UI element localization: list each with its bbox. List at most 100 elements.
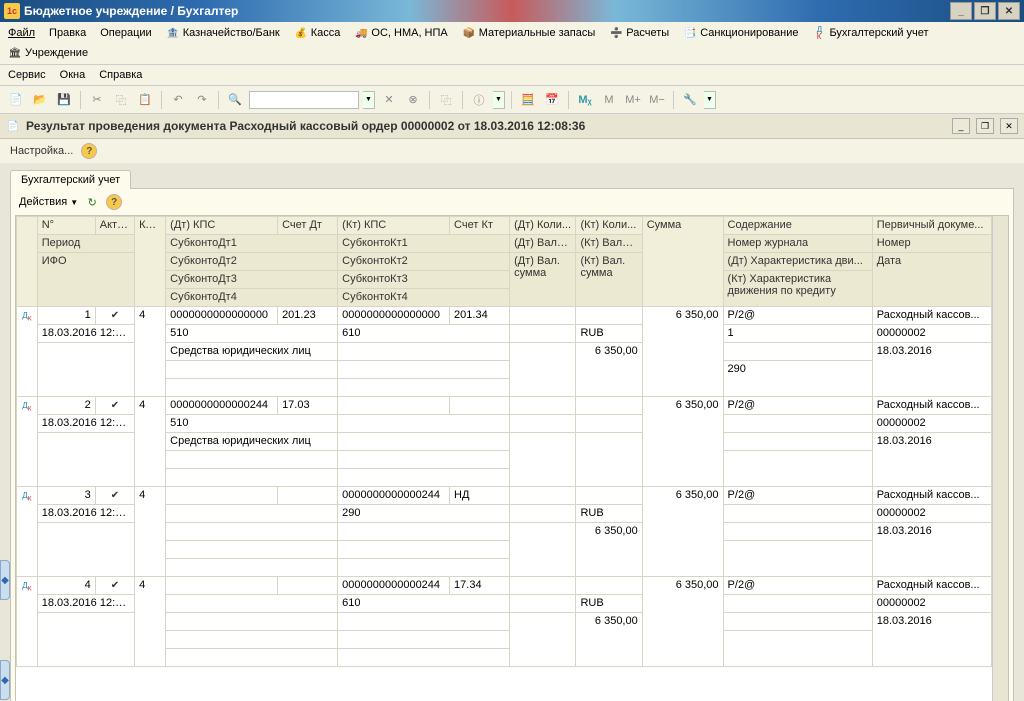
hdr-skt1[interactable]: СубконтоКт1 [338, 235, 510, 253]
table-row[interactable]: ДК3✔40000000000000244НД6 350,00Р/2@Расхо… [17, 487, 992, 505]
hdr-kt-char[interactable]: (Кт) Характеристика движения по кредиту [723, 271, 872, 307]
hdr-number[interactable]: Номер [872, 235, 991, 253]
refresh-button[interactable]: ↻ [84, 194, 100, 210]
copy-button[interactable]: ⿻ [111, 90, 131, 110]
check-icon: ✔ [111, 490, 119, 501]
undo-button[interactable]: ↶ [168, 90, 188, 110]
table-row[interactable]: ДК4✔4000000000000024417.346 350,00Р/2@Ра… [17, 577, 992, 595]
menu-windows[interactable]: Окна [58, 67, 88, 83]
left-dock-handle-1[interactable]: ◆ [0, 560, 10, 600]
help-icon[interactable]: ? [81, 143, 97, 159]
check-icon: ✔ [111, 310, 119, 321]
hdr-active[interactable]: Актив... [95, 217, 134, 235]
hdr-sdt3[interactable]: СубконтоДт3 [166, 271, 338, 289]
hdr-sdt2[interactable]: СубконтоДт2 [166, 253, 338, 271]
menu-treasury[interactable]: 🏦Казначейство/Банк [164, 24, 282, 42]
menu-calc[interactable]: ➗Расчеты [607, 24, 671, 42]
doc-restore-button[interactable]: ❐ [976, 118, 994, 134]
menu-assets[interactable]: 🚚ОС, НМА, НПА [352, 24, 449, 42]
data-grid: N° Актив... КФО (Дт) КПС Счет Дт (Кт) КП… [15, 215, 1009, 701]
hdr-dt-valsum[interactable]: (Дт) Вал. сумма [510, 253, 576, 307]
settings-button[interactable]: 🔧 [680, 90, 700, 110]
maximize-button[interactable]: ❐ [974, 2, 996, 20]
menu-org[interactable]: 🏛Учреждение [6, 44, 90, 62]
dtkt-icon: ДК [22, 311, 31, 320]
m-minus-button[interactable]: M− [647, 90, 667, 110]
menu-edit[interactable]: Правка [47, 24, 88, 42]
hdr-kt-kps[interactable]: (Кт) КПС [338, 217, 450, 235]
check-icon: ✔ [111, 400, 119, 411]
table-row[interactable]: ДК1✔40000000000000000201.230000000000000… [17, 307, 992, 325]
dtkt-icon: ДК [22, 491, 31, 500]
menu-accounting[interactable]: ДКБухгалтерский учет [810, 24, 930, 42]
menu-file[interactable]: Файл [6, 24, 37, 42]
doc-close-button[interactable]: ✕ [1000, 118, 1018, 134]
app-icon: 1c [4, 3, 20, 19]
actions-menu[interactable]: Действия ▼ [19, 196, 78, 208]
hdr-kt-val[interactable]: (Кт) Валю... [576, 235, 642, 253]
doc-icon: 📄 [6, 119, 20, 133]
hdr-prim[interactable]: Первичный докуме... [872, 217, 991, 235]
hdr-journal[interactable]: Номер журнала [723, 235, 872, 253]
hdr-dt-qty[interactable]: (Дт) Коли... [510, 217, 576, 235]
hdr-dt-val[interactable]: (Дт) Валю... [510, 235, 576, 253]
paste-button[interactable]: 📋 [135, 90, 155, 110]
m-button[interactable]: M [599, 90, 619, 110]
menu-cashier[interactable]: 💰Касса [292, 24, 343, 42]
hdr-acc-dt[interactable]: Счет Дт [278, 217, 338, 235]
hdr-ifo[interactable]: ИФО [37, 253, 134, 307]
search-input[interactable] [249, 91, 359, 109]
hdr-dt-char[interactable]: (Дт) Характеристика дви... [723, 253, 872, 271]
info-dropdown[interactable]: ▼ [493, 91, 505, 109]
tb-x2[interactable]: ⊗ [403, 90, 423, 110]
close-button[interactable]: ✕ [998, 2, 1020, 20]
hdr-sdt1[interactable]: СубконтоДт1 [166, 235, 338, 253]
minimize-button[interactable]: _ [950, 2, 972, 20]
calc-button[interactable]: 🧮 [518, 90, 538, 110]
panel-help-icon[interactable]: ? [106, 194, 122, 210]
settings-link[interactable]: Настройка... [10, 145, 73, 157]
grid-header: N° Актив... КФО (Дт) КПС Счет Дт (Кт) КП… [17, 217, 992, 307]
document-title: Результат проведения документа Расходный… [26, 119, 946, 133]
hdr-kt-qty[interactable]: (Кт) Коли... [576, 217, 642, 235]
calendar-button[interactable]: 📅 [542, 90, 562, 110]
hdr-kt-valsum[interactable]: (Кт) Вал. сумма [576, 253, 642, 307]
menu-help[interactable]: Справка [97, 67, 144, 83]
search-dropdown[interactable]: ▼ [363, 91, 375, 109]
m-plus-button[interactable]: M+ [623, 90, 643, 110]
table-row[interactable]: ДК2✔4000000000000024417.036 350,00Р/2@Ра… [17, 397, 992, 415]
hdr-dt-kps[interactable]: (Дт) КПС [166, 217, 278, 235]
m-clear-button[interactable]: Mᵪ [575, 90, 595, 110]
hdr-skt2[interactable]: СубконтоКт2 [338, 253, 510, 271]
doc-minimize-button[interactable]: _ [952, 118, 970, 134]
tab-accounting[interactable]: Бухгалтерский учет [10, 170, 131, 189]
open-button[interactable]: 📂 [30, 90, 50, 110]
hdr-period[interactable]: Период [37, 235, 134, 253]
hdr-date[interactable]: Дата [872, 253, 991, 307]
settings-dropdown[interactable]: ▼ [704, 91, 716, 109]
tb-x1[interactable]: ✕ [379, 90, 399, 110]
hdr-sdt4[interactable]: СубконтоДт4 [166, 289, 338, 307]
hdr-skt4[interactable]: СубконтоКт4 [338, 289, 510, 307]
menu-stock[interactable]: 📦Материальные запасы [460, 24, 598, 42]
vertical-scrollbar[interactable] [992, 216, 1008, 701]
hdr-marker[interactable] [17, 217, 38, 307]
new-button[interactable]: 📄 [6, 90, 26, 110]
tb-copy2[interactable]: ⿻ [436, 90, 456, 110]
hdr-skt3[interactable]: СубконтоКт3 [338, 271, 510, 289]
menu-sanction[interactable]: 📑Санкционирование [681, 24, 800, 42]
hdr-content[interactable]: Содержание [723, 217, 872, 235]
save-button[interactable]: 💾 [54, 90, 74, 110]
info-button[interactable]: ⓘ [469, 90, 489, 110]
hdr-acc-kt[interactable]: Счет Кт [450, 217, 510, 235]
menu-operations[interactable]: Операции [98, 24, 153, 42]
redo-button[interactable]: ↷ [192, 90, 212, 110]
org-icon: 🏛 [8, 46, 22, 60]
cut-button[interactable]: ✂ [87, 90, 107, 110]
menu-service[interactable]: Сервис [6, 67, 48, 83]
hdr-sum[interactable]: Сумма [642, 217, 723, 307]
hdr-no[interactable]: N° [37, 217, 95, 235]
search-button[interactable]: 🔍 [225, 90, 245, 110]
left-dock-handle-2[interactable]: ◆ [0, 660, 10, 700]
hdr-kfo[interactable]: КФО [135, 217, 166, 307]
